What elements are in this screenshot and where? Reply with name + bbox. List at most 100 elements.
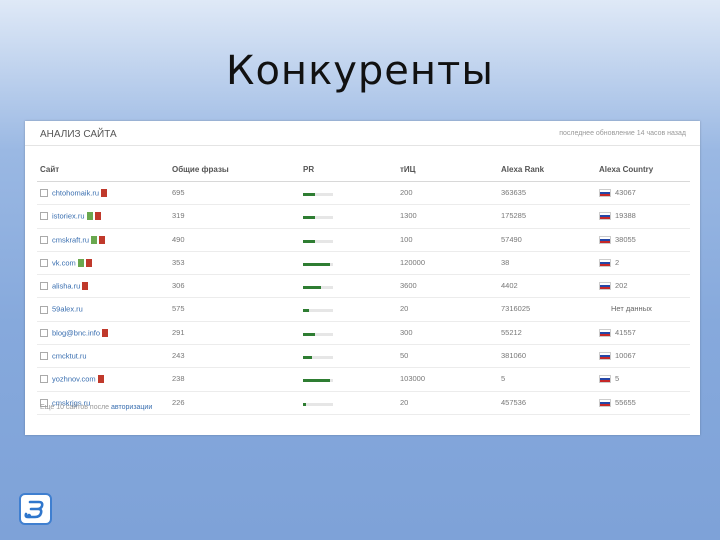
column-header-phrases[interactable]: Общие фразы [172, 165, 229, 174]
site-link[interactable]: cmskraft.ru [52, 235, 89, 244]
site-cell: yozhnov.com [40, 374, 104, 384]
last-update-note: последнее обновление 14 часов назад [559, 130, 686, 137]
row-checkbox[interactable] [40, 328, 48, 337]
table-row: yozhnov.com 238 103000 5 5 [37, 368, 690, 392]
more-sites-text: Еще 10 сайтов после [40, 404, 110, 411]
table-row: cmskraft.ru 490 100 57490 38055 [37, 229, 690, 252]
red-badge-icon [85, 258, 92, 267]
site-link[interactable]: chtohomaik.ru [52, 189, 99, 198]
table-row: istoriex.ru 319 1300 175285 19388 [37, 205, 690, 229]
pr-track [303, 402, 333, 406]
row-checkbox[interactable] [40, 352, 48, 361]
column-header-alexa-rank[interactable]: Alexa Rank [501, 165, 544, 174]
common-phrases-value: 306 [172, 281, 185, 291]
row-checkbox[interactable] [40, 375, 48, 384]
site-link[interactable]: 59alex.ru [52, 305, 83, 314]
row-checkbox[interactable] [40, 282, 48, 291]
column-header-pr[interactable]: PR [303, 165, 314, 174]
panel-title: АНАЛИЗ САЙТА [40, 129, 117, 140]
common-phrases-value: 695 [172, 188, 185, 197]
alexa-country-cell: 19388 [599, 211, 636, 221]
authorization-link[interactable]: авторизации [111, 404, 152, 411]
pr-fill [303, 286, 321, 290]
pr-bar [303, 351, 333, 360]
common-phrases-value: 226 [172, 397, 185, 407]
site-cell: cmskraft.ru [40, 235, 106, 244]
site-link[interactable]: cmcktut.ru [52, 352, 87, 361]
alexa-rank-value: 175285 [501, 211, 527, 221]
site-cell: vk.com [40, 258, 92, 267]
pr-track [303, 309, 333, 313]
site-link[interactable]: yozhnov.com [52, 375, 96, 384]
pr-bar [303, 258, 333, 267]
logo [19, 493, 52, 525]
competitors-table: Сайт Общие фразы PR тИЦ Alexa Rank Alexa… [37, 161, 690, 415]
alexa-country-cell: 55655 [599, 398, 636, 407]
column-header-site[interactable]: Сайт [40, 165, 59, 174]
tic-value: 3600 [400, 281, 417, 291]
table-row: chtohomaik.ru 695 200 363635 43067 [37, 182, 690, 206]
russia-flag-icon [599, 189, 611, 198]
russia-flag-icon [599, 328, 611, 337]
pr-track [303, 356, 333, 360]
pr-bar [303, 374, 333, 383]
table-row: vk.com 353 120000 38 2 [37, 252, 690, 276]
alexa-country-value: 55655 [615, 397, 636, 407]
site-link[interactable]: istoriex.ru [52, 212, 85, 221]
russia-flag-icon [599, 212, 611, 221]
russia-flag-icon [599, 398, 611, 407]
alexa-country-cell: 5 [599, 374, 620, 384]
alexa-country-value: 43067 [615, 188, 636, 197]
site-cell: chtohomaik.ru [40, 188, 108, 198]
pr-bar [303, 328, 333, 337]
alexa-country-cell: 43067 [599, 188, 636, 198]
pr-fill [303, 356, 312, 360]
site-cell: cmcktut.ru [40, 351, 87, 361]
site-analysis-panel: АНАЛИЗ САЙТА последнее обновление 14 час… [25, 121, 700, 435]
red-badge-icon [82, 282, 89, 291]
pr-track [303, 286, 333, 290]
red-badge-icon [99, 235, 106, 244]
row-checkbox[interactable] [40, 189, 48, 198]
tic-value: 50 [400, 351, 409, 361]
site-link[interactable]: blog@bnc.info [52, 328, 100, 337]
green-badge-icon [86, 212, 93, 221]
table-header-row: Сайт Общие фразы PR тИЦ Alexa Rank Alexa… [37, 161, 690, 182]
site-link[interactable]: alisha.ru [52, 282, 80, 291]
alexa-rank-value: 4402 [501, 281, 518, 291]
column-header-alexa-country[interactable]: Alexa Country [599, 165, 653, 174]
row-checkbox[interactable] [40, 212, 48, 221]
table-row: blog@bnc.info 291 300 55212 41557 [37, 322, 690, 346]
alexa-country-value: 19388 [615, 211, 636, 221]
alexa-rank-value: 5 [501, 374, 506, 384]
alexa-country-value: Нет данных [611, 304, 652, 314]
common-phrases-value: 353 [172, 257, 185, 267]
alexa-country-cell: 202 [599, 281, 628, 291]
russia-flag-icon [599, 258, 611, 267]
tic-value: 20 [400, 304, 409, 314]
row-checkbox[interactable] [40, 235, 48, 244]
panel-header: АНАЛИЗ САЙТА последнее обновление 14 час… [25, 121, 700, 146]
pr-track [303, 239, 333, 243]
pr-fill [303, 402, 306, 406]
common-phrases-value: 291 [172, 327, 185, 337]
table-body: chtohomaik.ru 695 200 363635 43067 istor… [37, 182, 690, 415]
pr-fill [303, 193, 315, 196]
alexa-country-cell: 2 [599, 258, 619, 267]
alexa-country-value: 2 [615, 257, 620, 267]
site-cell: alisha.ru [40, 281, 89, 291]
table-row: cmcktut.ru 243 50 381060 10067 [37, 345, 690, 369]
row-checkbox[interactable] [40, 258, 48, 267]
more-sites-note: Еще 10 сайтов после авторизации [40, 404, 152, 411]
site-cell: blog@bnc.info [40, 328, 109, 337]
alexa-rank-value: 363635 [501, 188, 527, 197]
column-header-tic[interactable]: тИЦ [400, 165, 416, 174]
table-row: 59alex.ru 575 20 7316025 Нет данных [37, 298, 690, 322]
alexa-rank-value: 55212 [501, 327, 522, 337]
alexa-country-value: 5 [615, 374, 620, 384]
pr-bar [303, 398, 333, 407]
russia-flag-icon [599, 235, 611, 244]
site-link[interactable]: vk.com [52, 258, 76, 267]
row-checkbox[interactable] [40, 305, 48, 314]
red-badge-icon [102, 328, 109, 337]
